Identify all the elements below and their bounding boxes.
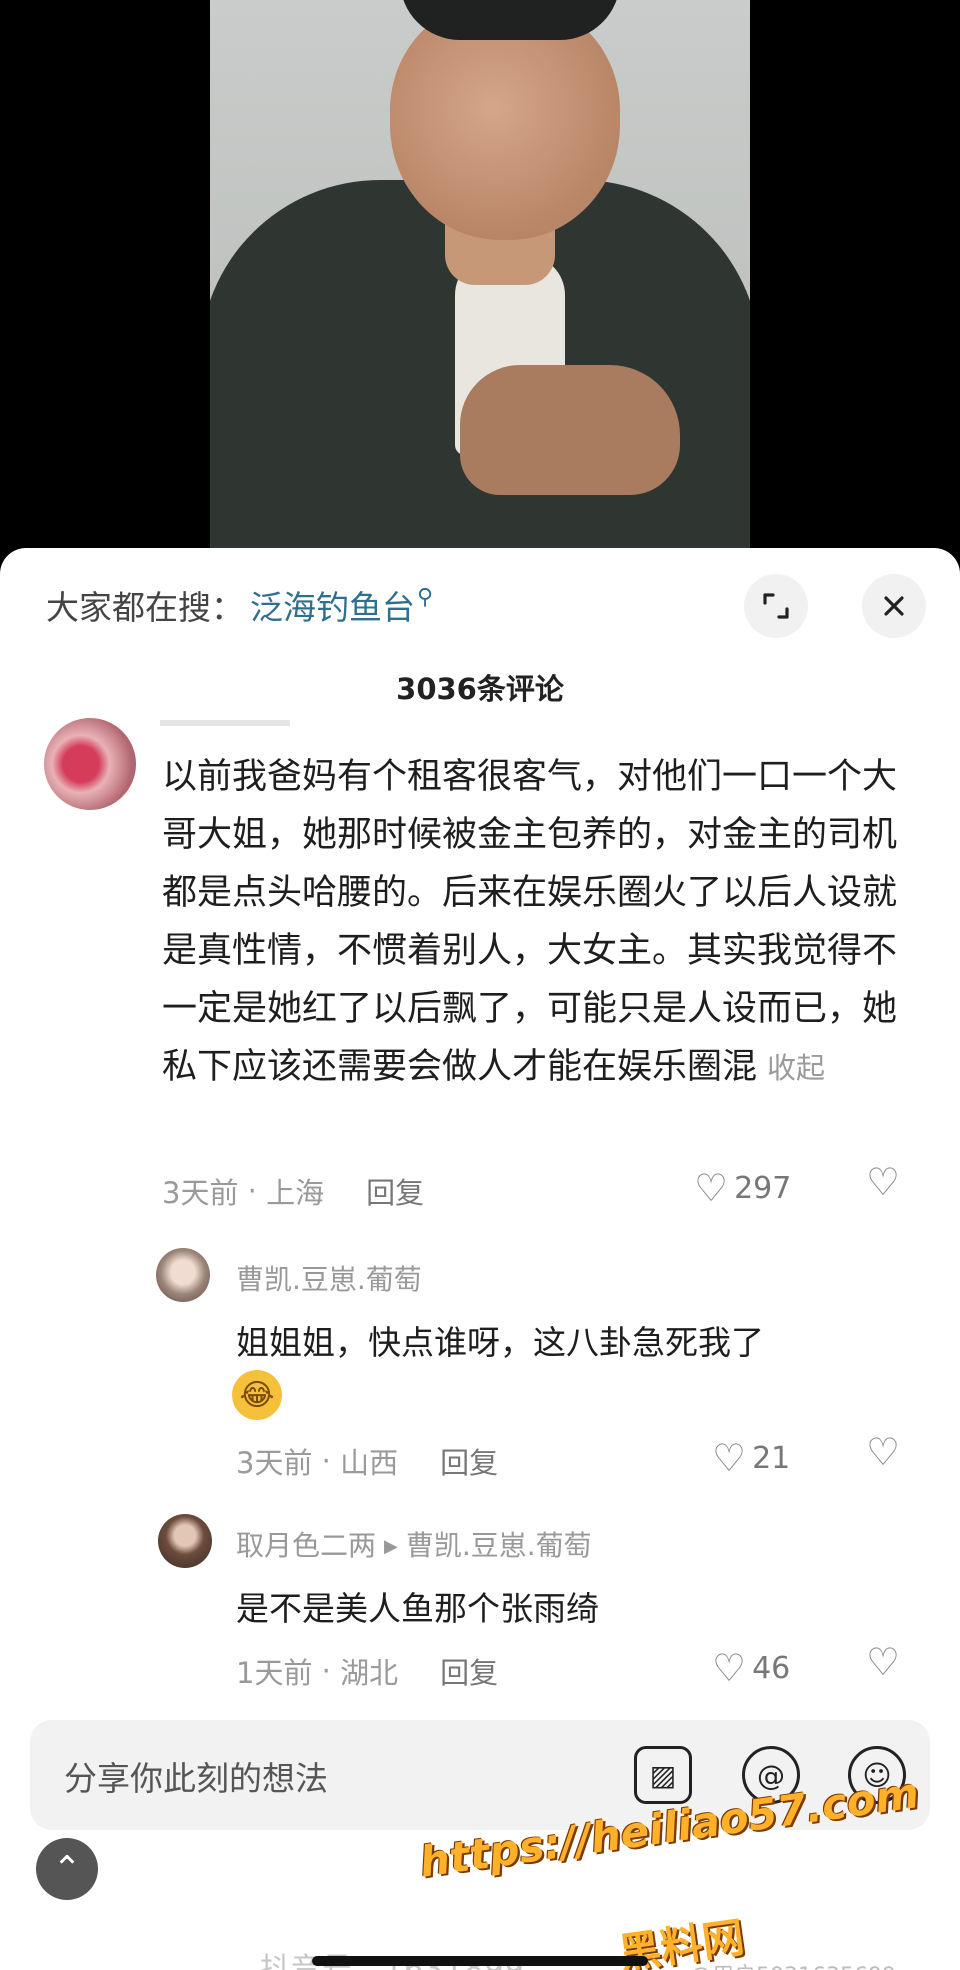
comment-location: 上海: [266, 1176, 325, 1210]
image-icon[interactable]: ▨: [634, 1746, 692, 1804]
collapse-link[interactable]: 收起: [767, 1051, 825, 1085]
broken-heart-icon[interactable]: ♡: [866, 1160, 900, 1204]
comment-count: 3036条评论: [396, 672, 564, 706]
like-button[interactable]: ♡ 297: [694, 1166, 791, 1210]
reply-time: 3天前: [236, 1446, 313, 1480]
reply-username[interactable]: 取月色二两: [236, 1529, 376, 1562]
reply-meta: 3天前 · 山西 回复: [236, 1440, 498, 1482]
expand-button[interactable]: [744, 574, 808, 638]
reply-location: 湖北: [340, 1656, 399, 1690]
broken-heart-icon[interactable]: ♡: [866, 1430, 900, 1474]
trending-search-term[interactable]: 泛海钓鱼台: [250, 581, 415, 629]
search-icon: ⚲: [417, 584, 434, 610]
like-button[interactable]: ♡ 21: [712, 1436, 790, 1480]
reply-meta: 1天前 · 湖北 回复: [236, 1650, 498, 1692]
heart-icon: ♡: [712, 1646, 747, 1690]
username-redacted: [160, 720, 290, 726]
like-count: 297: [734, 1170, 792, 1206]
comment-body: 以前我爸妈有个租客很客气，对他们一口一个大哥大姐，她那时候被金主包养的，对金主的…: [162, 757, 898, 1087]
emoji-icon: 😂: [232, 1370, 282, 1420]
trending-search-prefix: 大家都在搜：: [46, 588, 244, 627]
comment-meta: 3天前 · 上海 回复: [162, 1170, 424, 1212]
meta-dot: ·: [238, 1174, 267, 1208]
reply-arrow-icon: ▶: [384, 1536, 398, 1557]
meta-dot: ·: [312, 1654, 341, 1688]
reply-location: 山西: [340, 1446, 399, 1480]
heart-icon: ♡: [712, 1436, 747, 1480]
comment-input[interactable]: 分享你此刻的想法: [64, 1752, 328, 1800]
video-person-hand: [460, 365, 680, 495]
video-frame[interactable]: [210, 0, 750, 560]
reply-button[interactable]: 回复: [366, 1170, 424, 1212]
avatar[interactable]: [44, 718, 136, 810]
reply-text: 姐姐姐，快点谁呀，这八卦急死我了: [236, 1323, 764, 1362]
expand-icon: [763, 593, 789, 619]
reply-username-line: 取月色二两 ▶ 曹凯.豆崽.葡萄: [236, 1524, 592, 1564]
reply-button[interactable]: 回复: [440, 1440, 498, 1482]
broken-heart-icon[interactable]: ♡: [866, 1640, 900, 1684]
like-count: 21: [752, 1440, 791, 1476]
reply-text: 是不是美人鱼那个张雨绮: [236, 1589, 599, 1628]
close-icon: [884, 596, 904, 616]
chevron-up-icon[interactable]: ⌃: [36, 1838, 98, 1900]
comment-text: 以前我爸妈有个租客很客气，对他们一口一个大哥大姐，她那时候被金主包养的，对金主的…: [162, 748, 902, 1097]
like-button[interactable]: ♡ 46: [712, 1646, 790, 1690]
home-indicator[interactable]: [312, 1956, 648, 1966]
avatar[interactable]: [158, 1514, 212, 1568]
close-button[interactable]: [862, 574, 926, 638]
reply-to-username[interactable]: 曹凯.豆崽.葡萄: [406, 1529, 592, 1562]
comment-sheet: 大家都在搜： 泛海钓鱼台 ⚲ 3036条评论 以前我爸妈有个租客很客气，对他们一…: [0, 548, 960, 1970]
trending-search[interactable]: 大家都在搜： 泛海钓鱼台 ⚲: [46, 578, 433, 632]
heart-icon: ♡: [694, 1166, 729, 1210]
like-count: 46: [752, 1650, 791, 1686]
avatar[interactable]: [156, 1248, 210, 1302]
meta-dot: ·: [312, 1444, 341, 1478]
reply-button[interactable]: 回复: [440, 1650, 498, 1692]
reply-username[interactable]: 曹凯.豆崽.葡萄: [236, 1258, 422, 1298]
reply-time: 1天前: [236, 1656, 313, 1690]
comment-time: 3天前: [162, 1176, 239, 1210]
